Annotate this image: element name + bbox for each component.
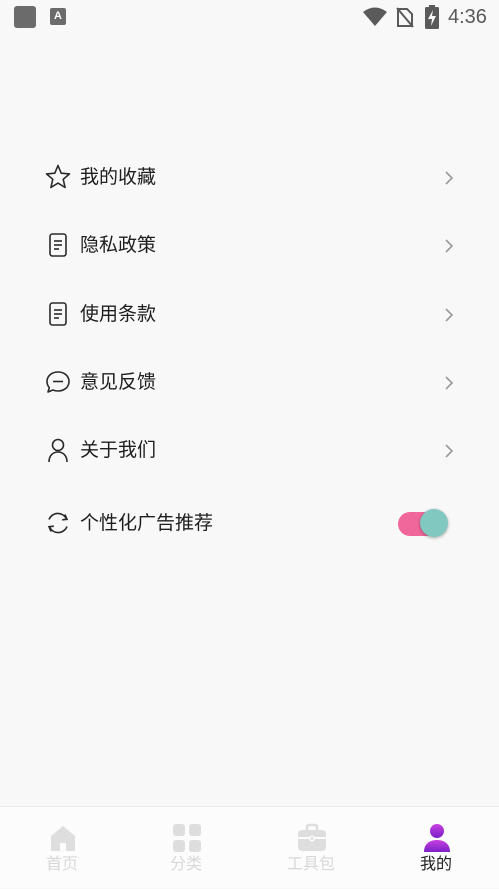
refresh-icon [47, 512, 69, 534]
document-icon [49, 302, 67, 326]
chevron-right-icon [445, 444, 454, 458]
tab-label: 工具包 [286, 854, 335, 873]
toggle-thumb [420, 509, 448, 537]
home-icon [51, 826, 75, 851]
menu-item-label: 我的收藏 [80, 166, 157, 188]
tab-mine[interactable]: 我的 [374, 807, 498, 889]
menu-item-label: 隐私政策 [80, 234, 157, 256]
tab-label: 我的 [419, 854, 452, 873]
no-sim-icon [396, 7, 414, 28]
battery-charging-icon [425, 5, 439, 29]
chevron-right-icon [445, 376, 454, 390]
menu-item-label: 意见反馈 [80, 371, 157, 393]
status-bar: A 4:36 [0, 0, 499, 34]
user-profile-icon [424, 824, 450, 852]
star-icon [45, 164, 71, 189]
tab-home[interactable]: 首页 [0, 807, 124, 889]
document-icon [49, 233, 67, 257]
wifi-icon [363, 7, 387, 26]
menu-item-terms-of-use[interactable]: 使用条款 [0, 287, 499, 343]
chevron-right-icon [445, 308, 454, 322]
tab-label: 分类 [169, 854, 202, 873]
chevron-right-icon [445, 171, 454, 185]
grid-icon [173, 824, 201, 852]
person-icon [48, 438, 68, 463]
menu-item-label: 关于我们 [80, 439, 157, 461]
chat-bubble-icon [46, 371, 70, 393]
menu-item-about-us[interactable]: 关于我们 [0, 423, 499, 479]
tab-label: 首页 [45, 854, 78, 873]
menu-item-label: 个性化广告推荐 [80, 512, 214, 534]
notification-square-icon [14, 6, 36, 28]
toolbox-icon [298, 823, 326, 851]
menu-item-personalized-ads: 个性化广告推荐 [0, 496, 499, 552]
a-app-icon: A [50, 8, 66, 25]
menu-item-privacy-policy[interactable]: 隐私政策 [0, 218, 499, 274]
status-time: 4:36 [448, 6, 487, 28]
personalized-ads-toggle[interactable] [396, 508, 450, 540]
bottom-navigation: 首页 分类 工具包 我的 [0, 806, 499, 888]
menu-item-feedback[interactable]: 意见反馈 [0, 355, 499, 411]
menu-item-label: 使用条款 [80, 303, 157, 325]
chevron-right-icon [445, 239, 454, 253]
menu-item-favorites[interactable]: 我的收藏 [0, 150, 499, 206]
tab-toolbox[interactable]: 工具包 [249, 807, 373, 889]
tab-category[interactable]: 分类 [124, 807, 248, 889]
